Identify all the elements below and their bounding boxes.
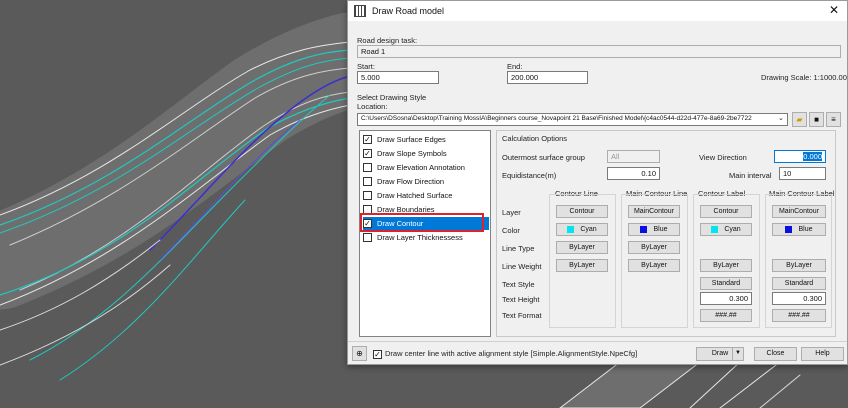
list-item-label: Draw Layer Thicknessess bbox=[377, 233, 463, 242]
main-contour-line-linetype-button[interactable]: ByLayer bbox=[628, 241, 680, 254]
draw-contour-highlight-box bbox=[360, 213, 484, 232]
list-item-label: Draw Surface Edges bbox=[377, 135, 446, 144]
list-item-label: Draw Slope Symbols bbox=[377, 149, 447, 158]
checkbox[interactable]: ✓ bbox=[363, 135, 372, 144]
color-label: Blue bbox=[798, 226, 813, 233]
equidistance-label: Equidistance(m) bbox=[502, 171, 557, 180]
center-line-checkbox[interactable]: ✓ bbox=[373, 350, 382, 359]
task-label: Road design task: bbox=[357, 36, 418, 45]
end-label: End: bbox=[507, 62, 523, 71]
task-field: Road 1 bbox=[357, 45, 841, 58]
main-contour-line-lineweight-button[interactable]: ByLayer bbox=[628, 259, 680, 272]
list-item-label: Draw Hatched Surface bbox=[377, 191, 453, 200]
color-label: Cyan bbox=[724, 226, 741, 233]
save-icon[interactable]: ■ bbox=[809, 112, 824, 127]
center-line-label: Draw center line with active alignment s… bbox=[385, 349, 638, 358]
main-contour-label-textformat-button[interactable]: ###.## bbox=[772, 309, 826, 322]
main-contour-label-textheight-input[interactable]: 0.300 bbox=[772, 292, 826, 305]
row-label: Color bbox=[502, 226, 520, 235]
contour-label-textformat-button[interactable]: ###.## bbox=[700, 309, 752, 322]
road-edge-line bbox=[719, 361, 781, 408]
contour-line-color-button[interactable]: Cyan bbox=[556, 223, 608, 236]
close-button[interactable]: Close bbox=[754, 347, 797, 361]
start-label: Start: bbox=[357, 62, 375, 71]
main-contour-label-textstyle-button[interactable]: Standard bbox=[772, 277, 826, 290]
road-surface-band bbox=[0, 12, 398, 310]
location-label: Location: bbox=[357, 102, 388, 111]
list-item-flow-direction[interactable]: Draw Flow Direction bbox=[363, 175, 489, 188]
list-item-hatched-surface[interactable]: Draw Hatched Surface bbox=[363, 189, 489, 202]
row-label: Layer bbox=[502, 208, 521, 217]
road-edge-line bbox=[759, 374, 801, 408]
checkbox[interactable] bbox=[363, 163, 372, 172]
end-input[interactable]: 200.000 bbox=[507, 71, 588, 84]
chevron-down-icon[interactable]: ▼ bbox=[732, 347, 744, 361]
cyan-swatch bbox=[567, 225, 575, 233]
list-item-layer-thickness[interactable]: Draw Layer Thicknessess bbox=[363, 231, 489, 244]
main-contour-line-color-button[interactable]: Blue bbox=[628, 223, 680, 236]
select-style-label: Select Drawing Style bbox=[357, 93, 427, 102]
main-interval-label: Main interval bbox=[729, 171, 772, 180]
list-item-slope-symbols[interactable]: ✓ Draw Slope Symbols bbox=[363, 147, 489, 160]
title-bar: Draw Road model ✕ bbox=[348, 1, 847, 21]
checkbox[interactable] bbox=[363, 191, 372, 200]
road-edge-line bbox=[689, 361, 741, 408]
start-input[interactable]: 5.000 bbox=[357, 71, 439, 84]
color-label: Cyan bbox=[580, 226, 597, 233]
view-direction-value: 0.000 bbox=[803, 152, 822, 161]
view-direction-input[interactable]: 0.000 bbox=[774, 150, 826, 163]
contour-label-layer-button[interactable]: Contour bbox=[700, 205, 752, 218]
blue-swatch bbox=[785, 225, 793, 233]
contour-line-lineweight-button[interactable]: ByLayer bbox=[556, 259, 608, 272]
main-contour-label-layer-button[interactable]: MainContour bbox=[772, 205, 826, 218]
chevron-down-icon[interactable]: ⌄ bbox=[778, 114, 784, 122]
list-item-label: Draw Elevation Annotation bbox=[377, 163, 465, 172]
cyan-swatch bbox=[711, 225, 719, 233]
close-icon[interactable]: ✕ bbox=[827, 3, 841, 17]
drawing-scale: Drawing Scale: 1:1000.00 bbox=[761, 73, 847, 82]
location-select[interactable]: C:\Users\DSosna\Desktop\Training MossIA\… bbox=[357, 113, 788, 126]
row-label: Text Style bbox=[502, 280, 535, 289]
outermost-select: All bbox=[607, 150, 660, 163]
view-direction-label: View Direction bbox=[699, 153, 747, 162]
checkbox[interactable] bbox=[363, 177, 372, 186]
checkbox[interactable] bbox=[363, 233, 372, 242]
open-folder-icon[interactable]: ▰ bbox=[792, 112, 807, 127]
main-contour-label-lineweight-button[interactable]: ByLayer bbox=[772, 259, 826, 272]
menu-down-icon[interactable]: ≡ bbox=[826, 112, 841, 127]
contour-label-textheight-input[interactable]: 0.300 bbox=[700, 292, 752, 305]
help-button[interactable]: Help bbox=[801, 347, 844, 361]
main-interval-select[interactable]: 10 bbox=[779, 167, 826, 180]
contour-line-linetype-button[interactable]: ByLayer bbox=[556, 241, 608, 254]
main-contour-label-color-button[interactable]: Blue bbox=[772, 223, 826, 236]
main-contour-line-layer-button[interactable]: MainContour bbox=[628, 205, 680, 218]
zoom-icon[interactable]: ⊕ bbox=[352, 346, 367, 361]
blue-swatch bbox=[640, 225, 648, 233]
color-label: Blue bbox=[653, 226, 668, 233]
list-item-elevation-annotation[interactable]: Draw Elevation Annotation bbox=[363, 161, 489, 174]
draw-road-model-dialog: Draw Road model ✕ Road design task: Road… bbox=[347, 0, 848, 365]
checkbox[interactable]: ✓ bbox=[363, 149, 372, 158]
window-title: Draw Road model bbox=[372, 6, 445, 16]
list-item-label: Draw Flow Direction bbox=[377, 177, 445, 186]
row-label: Text Format bbox=[502, 311, 542, 320]
draw-options-list: ✓ Draw Surface Edges ✓ Draw Slope Symbols … bbox=[359, 130, 491, 337]
contour-label-lineweight-button[interactable]: ByLayer bbox=[700, 259, 752, 272]
contour-settings-panel: Calculation Options Outermost surface gr… bbox=[496, 130, 836, 337]
row-label: Line Type bbox=[502, 244, 535, 253]
contour-line-layer-button[interactable]: Contour bbox=[556, 205, 608, 218]
row-label: Line Weight bbox=[502, 262, 542, 271]
calc-options-title: Calculation Options bbox=[502, 134, 568, 143]
outermost-label: Outermost surface group bbox=[502, 153, 585, 162]
footer-divider bbox=[348, 341, 847, 342]
road-surface-band bbox=[559, 361, 702, 408]
contour-label-textstyle-button[interactable]: Standard bbox=[700, 277, 752, 290]
row-label: Text Height bbox=[502, 295, 540, 304]
contour-label-color-button[interactable]: Cyan bbox=[700, 223, 752, 236]
equidistance-input[interactable]: 0.10 bbox=[607, 167, 660, 180]
list-item-surface-edges[interactable]: ✓ Draw Surface Edges bbox=[363, 133, 489, 146]
app-icon bbox=[354, 5, 366, 17]
